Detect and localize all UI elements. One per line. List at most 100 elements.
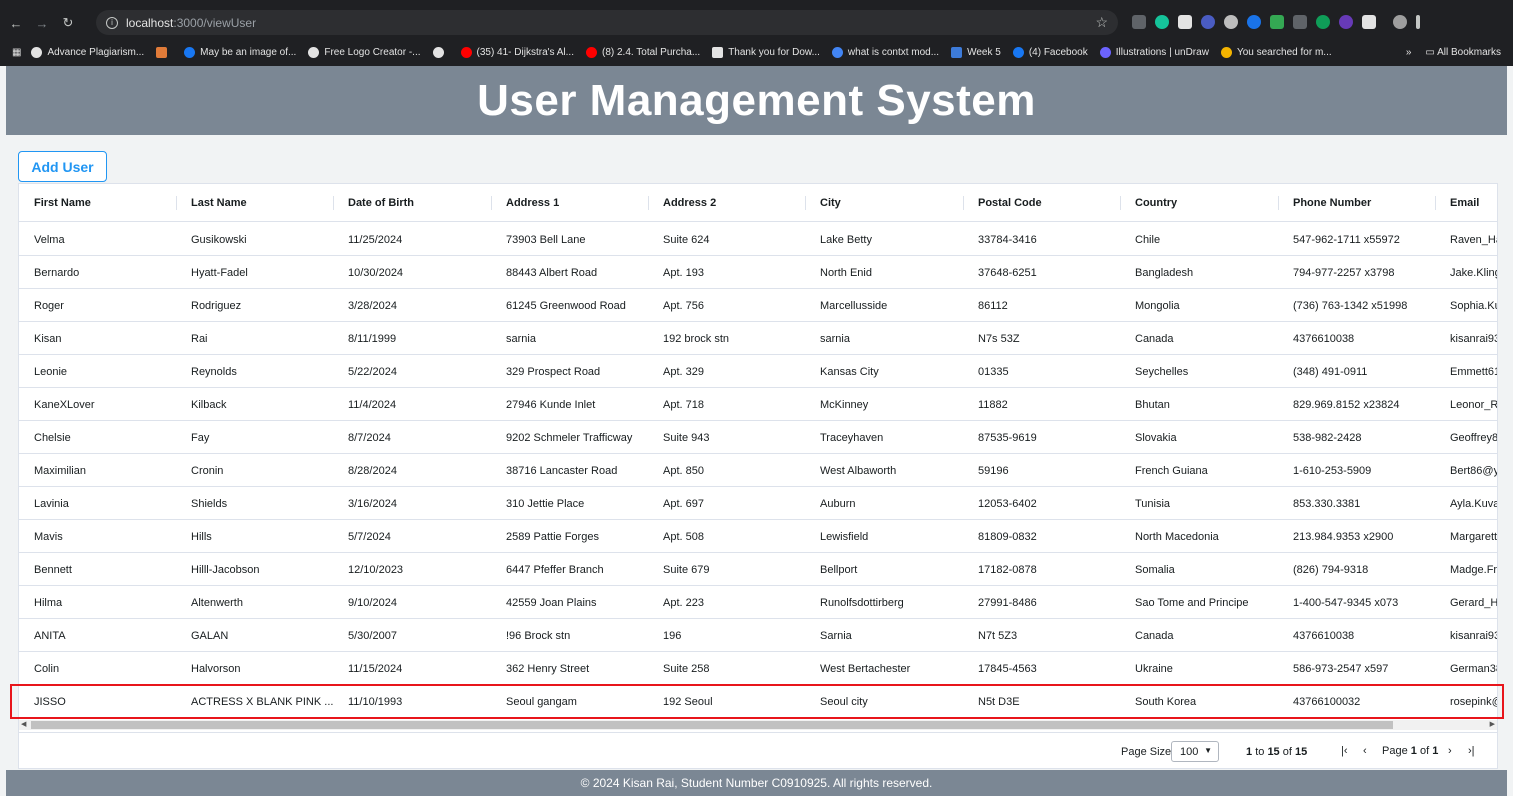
table-cell[interactable]: 192 brock stn xyxy=(648,322,805,355)
table-cell[interactable]: kisanrai93 xyxy=(1435,322,1497,355)
table-cell[interactable]: Mongolia xyxy=(1120,289,1278,322)
table-cell[interactable]: Apt. 193 xyxy=(648,256,805,289)
bookmark-item[interactable]: (35) 41- Dijkstra's Al... xyxy=(460,46,574,58)
column-header[interactable]: Date of Birth xyxy=(333,184,414,222)
menu-kebab-icon[interactable] xyxy=(1416,15,1420,29)
site-info-icon[interactable]: i xyxy=(106,16,118,29)
extension-icon[interactable] xyxy=(1247,15,1261,29)
table-cell[interactable]: (736) 763-1342 x51998 xyxy=(1278,289,1435,322)
add-user-button[interactable]: Add User xyxy=(18,151,107,182)
table-cell[interactable]: 01335 xyxy=(963,355,1120,388)
extension-icon[interactable] xyxy=(1339,15,1353,29)
first-page-icon[interactable]: |‹ xyxy=(1341,745,1348,757)
table-row[interactable]: Kisan Rai 8/11/1999 sarnia 192 brock stn sarn… xyxy=(19,322,1497,355)
table-cell[interactable]: Hyatt-Fadel xyxy=(176,256,333,289)
table-cell[interactable]: 88443 Albert Road xyxy=(491,256,648,289)
table-cell[interactable]: 8/7/2024 xyxy=(333,421,491,454)
table-row[interactable]: Roger Rodriguez 3/28/2024 61245 Greenwood R… xyxy=(19,289,1497,322)
table-cell[interactable]: (826) 794-9318 xyxy=(1278,553,1435,586)
table-cell[interactable]: Bernardo xyxy=(19,256,176,289)
table-cell[interactable]: Runolfsdottirberg xyxy=(805,586,963,619)
table-cell[interactable]: Mavis xyxy=(19,520,176,553)
table-cell[interactable]: McKinney xyxy=(805,388,963,421)
table-cell[interactable]: Suite 943 xyxy=(648,421,805,454)
table-cell[interactable]: 310 Jettie Place xyxy=(491,487,648,520)
scroll-right-icon[interactable]: ▶ xyxy=(1490,720,1495,728)
table-cell[interactable]: Apt. 223 xyxy=(648,586,805,619)
table-cell[interactable]: Ayla.Kuva xyxy=(1435,487,1497,520)
table-cell[interactable]: Maximilian xyxy=(19,454,176,487)
table-cell[interactable]: 12/10/2023 xyxy=(333,553,491,586)
table-cell[interactable]: 4376610038 xyxy=(1278,322,1435,355)
table-cell[interactable]: German38 xyxy=(1435,652,1497,685)
table-cell[interactable]: 5/30/2007 xyxy=(333,619,491,652)
table-cell[interactable]: KaneXLover xyxy=(19,388,176,421)
table-cell[interactable]: North Enid xyxy=(805,256,963,289)
bookmark-item[interactable]: Advance Plagiarism... xyxy=(31,46,144,58)
table-cell[interactable]: Kilback xyxy=(176,388,333,421)
table-cell[interactable]: 362 Henry Street xyxy=(491,652,648,685)
table-cell[interactable]: 38716 Lancaster Road xyxy=(491,454,648,487)
extension-icon[interactable] xyxy=(1224,15,1238,29)
table-cell[interactable]: 11/4/2024 xyxy=(333,388,491,421)
table-cell[interactable]: 329 Prospect Road xyxy=(491,355,648,388)
table-cell[interactable]: 81809-0832 xyxy=(963,520,1120,553)
table-cell[interactable]: Traceyhaven xyxy=(805,421,963,454)
table-cell[interactable]: ANITA xyxy=(19,619,176,652)
profile-avatar-icon[interactable] xyxy=(1393,15,1407,29)
apps-grid-icon[interactable]: ▦ xyxy=(12,47,21,58)
table-row[interactable]: KaneXLover Kilback 11/4/2024 27946 Kunde In… xyxy=(19,388,1497,421)
table-cell[interactable]: Chile xyxy=(1120,223,1278,256)
table-cell[interactable]: Emmett61 xyxy=(1435,355,1497,388)
column-header[interactable]: Address 2 xyxy=(648,184,716,222)
column-resize-handle[interactable] xyxy=(805,196,806,210)
table-cell[interactable]: Leonor_Ri xyxy=(1435,388,1497,421)
table-cell[interactable]: Halvorson xyxy=(176,652,333,685)
table-cell[interactable]: Leonie xyxy=(19,355,176,388)
extension-icon[interactable] xyxy=(1132,15,1146,29)
table-cell[interactable]: 1-400-547-9345 x073 xyxy=(1278,586,1435,619)
table-row[interactable]: Velma Gusikowski 11/25/2024 73903 Bell Lane… xyxy=(19,223,1497,256)
bookmark-item[interactable] xyxy=(432,46,449,58)
table-cell[interactable]: 5/22/2024 xyxy=(333,355,491,388)
table-cell[interactable]: 11882 xyxy=(963,388,1120,421)
table-cell[interactable]: 829.969.8152 x23824 xyxy=(1278,388,1435,421)
table-cell[interactable]: 87535-9619 xyxy=(963,421,1120,454)
table-cell[interactable]: N7s 53Z xyxy=(963,322,1120,355)
column-header[interactable]: First Name xyxy=(19,184,91,222)
table-cell[interactable]: Apt. 508 xyxy=(648,520,805,553)
table-cell[interactable]: 1-610-253-5909 xyxy=(1278,454,1435,487)
more-bookmarks-button[interactable]: » xyxy=(1406,47,1412,58)
forward-arrow-icon[interactable]: → xyxy=(32,13,52,33)
table-cell[interactable]: Marcellusside xyxy=(805,289,963,322)
column-resize-handle[interactable] xyxy=(648,196,649,210)
table-row[interactable]: Colin Halvorson 11/15/2024 362 Henry Street… xyxy=(19,652,1497,685)
bookmark-item[interactable]: (8) 2.4. Total Purcha... xyxy=(586,46,700,58)
bookmark-item[interactable]: Free Logo Creator -... xyxy=(308,46,421,58)
table-cell[interactable]: 5/7/2024 xyxy=(333,520,491,553)
table-cell[interactable]: Apt. 756 xyxy=(648,289,805,322)
table-cell[interactable]: Bennett xyxy=(19,553,176,586)
table-cell[interactable]: N7t 5Z3 xyxy=(963,619,1120,652)
bookmark-item[interactable]: Week 5 xyxy=(951,46,1001,58)
table-cell[interactable]: Bhutan xyxy=(1120,388,1278,421)
table-cell[interactable]: Gerard_H xyxy=(1435,586,1497,619)
table-cell[interactable]: 17182-0878 xyxy=(963,553,1120,586)
next-page-icon[interactable]: › xyxy=(1448,745,1452,757)
table-cell[interactable]: Canada xyxy=(1120,619,1278,652)
table-row[interactable]: Bennett Hilll-Jacobson 12/10/2023 6447 Pfef… xyxy=(19,553,1497,586)
table-row[interactable]: Leonie Reynolds 5/22/2024 329 Prospect Road… xyxy=(19,355,1497,388)
column-resize-handle[interactable] xyxy=(491,196,492,210)
table-cell[interactable]: Geoffrey8 xyxy=(1435,421,1497,454)
table-cell[interactable]: Colin xyxy=(19,652,176,685)
table-cell[interactable]: 794-977-2257 x3798 xyxy=(1278,256,1435,289)
table-cell[interactable]: 547-962-1711 x55972 xyxy=(1278,223,1435,256)
table-cell[interactable]: 11/25/2024 xyxy=(333,223,491,256)
table-cell[interactable]: Margarett xyxy=(1435,520,1497,553)
table-cell[interactable]: Apt. 697 xyxy=(648,487,805,520)
table-cell[interactable]: 8/28/2024 xyxy=(333,454,491,487)
bookmark-item[interactable]: (4) Facebook xyxy=(1012,46,1088,58)
column-header[interactable]: Address 1 xyxy=(491,184,559,222)
bookmark-item[interactable] xyxy=(156,46,172,58)
table-cell[interactable]: 86112 xyxy=(963,289,1120,322)
